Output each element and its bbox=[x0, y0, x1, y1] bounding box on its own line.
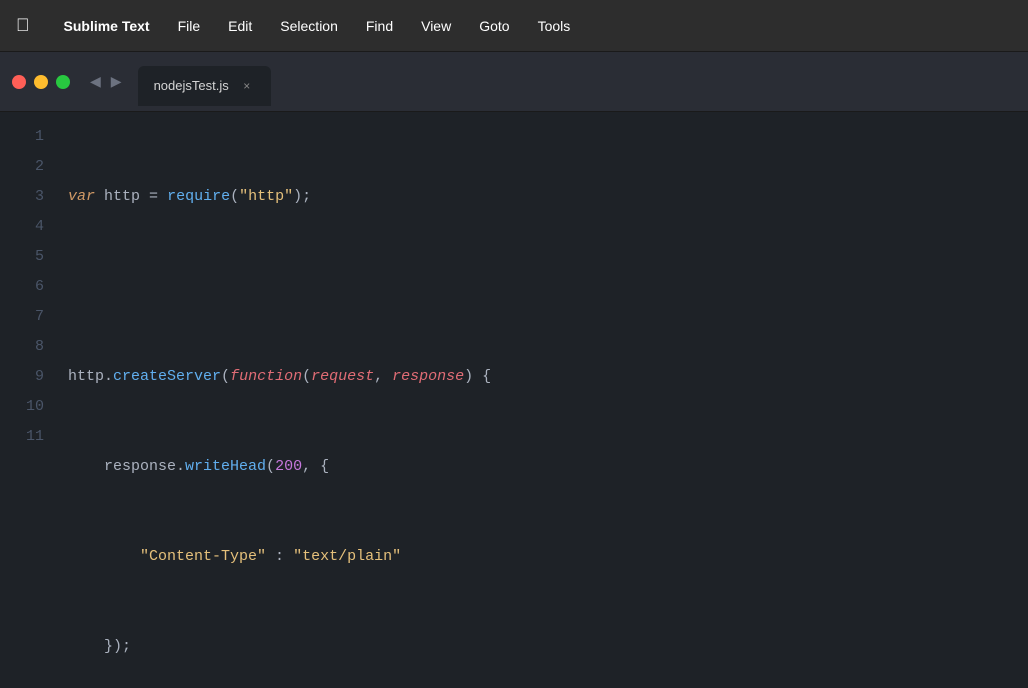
menu-file[interactable]: File bbox=[176, 14, 203, 38]
code-line-6: }); bbox=[68, 632, 1028, 662]
line-number: 6 bbox=[35, 278, 44, 295]
minimize-button[interactable] bbox=[34, 75, 48, 89]
line-number: 5 bbox=[35, 248, 44, 265]
nav-prev-icon[interactable]: ◀ bbox=[86, 71, 105, 92]
code-line-4: response.writeHead(200, { bbox=[68, 452, 1028, 482]
line-number: 2 bbox=[35, 158, 44, 175]
code-line-3: http.createServer(function(request, resp… bbox=[68, 362, 1028, 392]
menu-goto[interactable]: Goto bbox=[477, 14, 511, 38]
line-number: 1 bbox=[35, 128, 44, 145]
code-editor: 1 2 3 4 5 6 7 8 9 10 11 var http = requi… bbox=[0, 112, 1028, 688]
menu-tools[interactable]: Tools bbox=[536, 14, 573, 38]
traffic-lights bbox=[12, 75, 70, 89]
menu-bar:  Sublime Text File Edit Selection Find … bbox=[0, 0, 1028, 52]
maximize-button[interactable] bbox=[56, 75, 70, 89]
file-tab[interactable]: nodejsTest.js × bbox=[138, 66, 271, 106]
code-content[interactable]: var http = require("http"); http.createS… bbox=[60, 112, 1028, 688]
close-button[interactable] bbox=[12, 75, 26, 89]
line-number: 11 bbox=[26, 428, 44, 445]
menu-view[interactable]: View bbox=[419, 14, 453, 38]
menu-selection[interactable]: Selection bbox=[278, 14, 340, 38]
line-number: 3 bbox=[35, 188, 44, 205]
line-number: 8 bbox=[35, 338, 44, 355]
nav-next-icon[interactable]: ▶ bbox=[107, 71, 126, 92]
line-number: 9 bbox=[35, 368, 44, 385]
nav-arrows: ◀ ▶ bbox=[86, 71, 126, 92]
tab-filename: nodejsTest.js bbox=[154, 78, 229, 93]
menu-sublime-text[interactable]: Sublime Text bbox=[62, 14, 152, 38]
menu-find[interactable]: Find bbox=[364, 14, 395, 38]
title-bar: ◀ ▶ nodejsTest.js × bbox=[0, 52, 1028, 112]
tab-close-button[interactable]: × bbox=[239, 78, 255, 94]
code-line-1: var http = require("http"); bbox=[68, 182, 1028, 212]
code-line-5: "Content-Type" : "text/plain" bbox=[68, 542, 1028, 572]
code-line-2 bbox=[68, 272, 1028, 302]
apple-logo-icon:  bbox=[16, 15, 30, 36]
menu-edit[interactable]: Edit bbox=[226, 14, 254, 38]
line-number: 4 bbox=[35, 218, 44, 235]
line-number: 10 bbox=[26, 398, 44, 415]
line-numbers: 1 2 3 4 5 6 7 8 9 10 11 bbox=[0, 112, 60, 688]
line-number: 7 bbox=[35, 308, 44, 325]
